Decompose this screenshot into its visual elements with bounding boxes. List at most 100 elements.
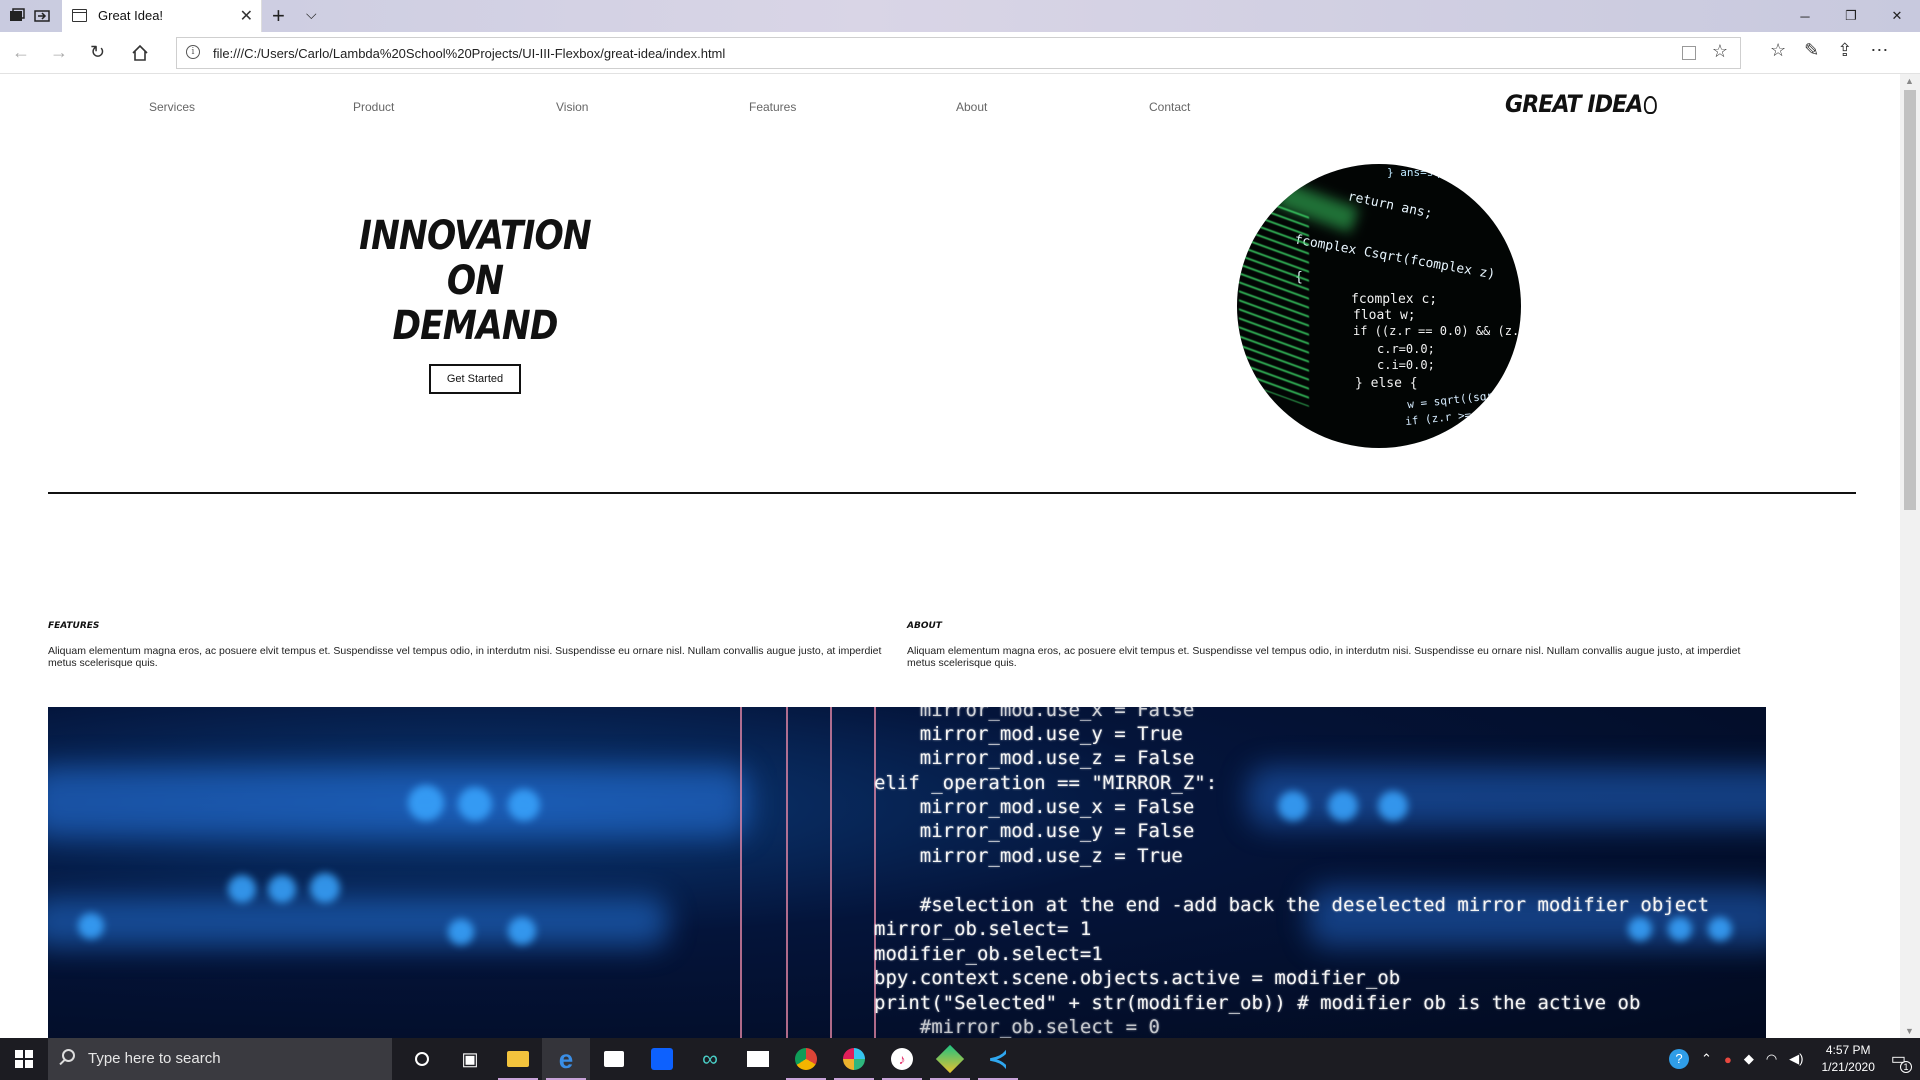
about-heading: ABOUT <box>907 621 942 631</box>
about-section: ABOUT Aliquam elementum magna eros, ac p… <box>907 621 1757 669</box>
favorites-icon[interactable]: ☆ <box>1770 40 1786 61</box>
clock[interactable]: 4:57 PM 1/21/2020 <box>1821 1042 1874 1076</box>
window-controls: ─ ❐ ✕ <box>1782 0 1920 32</box>
code-line: mirror_mod.use_z = True <box>874 845 1183 867</box>
dropbox-tray-icon[interactable]: ◆ <box>1744 1051 1754 1067</box>
tab-preview-icon[interactable]: ⌵ <box>306 6 317 23</box>
features-section: FEATURES Aliquam elementum magna eros, a… <box>48 621 898 669</box>
bokeh-dot <box>1708 917 1732 941</box>
mail-icon[interactable] <box>734 1038 782 1080</box>
web-note-icon[interactable]: ✎ <box>1804 40 1819 61</box>
bokeh-dot <box>458 787 492 821</box>
bokeh-dot <box>310 873 340 903</box>
set-tabs-aside-icon[interactable] <box>32 6 52 26</box>
bokeh-dot <box>1668 917 1692 941</box>
nav-link-contact[interactable]: Contact <box>1149 100 1190 114</box>
help-icon[interactable]: ? <box>1669 1049 1690 1069</box>
notifications-icon[interactable]: ▭ 1 <box>1891 1049 1912 1073</box>
light-streak <box>740 707 742 1038</box>
chrome-icon[interactable] <box>782 1038 830 1080</box>
home-icon[interactable] <box>131 44 149 62</box>
more-icon[interactable]: ⋯ <box>1870 40 1888 61</box>
file-explorer-icon[interactable] <box>494 1038 542 1080</box>
code-line: #selection at the end -add back the dese… <box>874 894 1710 916</box>
store-icon[interactable] <box>590 1038 638 1080</box>
task-view-icon[interactable]: ▣ <box>446 1038 494 1080</box>
itunes-icon[interactable]: ♪ <box>878 1038 926 1080</box>
code-line: w = sqrt((sqrt(z.r <box>1406 385 1521 412</box>
cortana-icon[interactable] <box>398 1038 446 1080</box>
features-text: Aliquam elementum magna eros, ac posuere… <box>48 645 882 669</box>
share-icon[interactable]: ⇪ <box>1837 40 1852 61</box>
bokeh-dot <box>1278 791 1308 821</box>
url-text: file:///C:/Users/Carlo/Lambda%20School%2… <box>213 46 726 61</box>
tab-actions-icon[interactable] <box>7 6 27 26</box>
back-icon[interactable]: ← <box>12 42 30 63</box>
hero-line: ON <box>446 258 504 304</box>
start-button[interactable] <box>0 1038 48 1080</box>
site-info-icon[interactable]: i <box>186 45 200 59</box>
logo-text: GREAT IDEA <box>1505 90 1643 118</box>
hero-line: DEMAND <box>392 303 558 349</box>
volume-icon[interactable]: ◀) <box>1789 1051 1803 1067</box>
search-placeholder: Type here to search <box>88 1050 221 1067</box>
nav-link-vision[interactable]: Vision <box>556 100 588 114</box>
web-page: Services Product Vision Features About C… <box>0 74 1900 1038</box>
code-line: fcomplex Csqrt(fcomplex z) <box>1293 232 1497 283</box>
restore-icon[interactable]: ❐ <box>1828 0 1874 32</box>
edge-browser-icon[interactable]: e <box>542 1038 590 1080</box>
bokeh-dot <box>228 875 256 903</box>
reading-view-icon[interactable] <box>1682 46 1696 60</box>
slack-icon[interactable] <box>830 1038 878 1080</box>
dropbox-icon[interactable] <box>638 1038 686 1080</box>
nav-link-services[interactable]: Services <box>149 100 195 114</box>
nav-link-features[interactable]: Features <box>749 100 796 114</box>
bokeh-dot <box>268 875 296 903</box>
vscode-icon[interactable]: ≺ <box>974 1038 1022 1080</box>
code-line: } else { <box>1355 376 1418 391</box>
close-window-icon[interactable]: ✕ <box>1874 0 1920 32</box>
get-started-button[interactable]: Get Started <box>429 364 521 394</box>
refresh-icon[interactable]: ↻ <box>90 42 105 63</box>
scroll-down-icon[interactable]: ▼ <box>1905 1026 1914 1036</box>
minimize-icon[interactable]: ─ <box>1782 0 1828 32</box>
gitkraken-icon[interactable] <box>926 1038 974 1080</box>
green-code-glow <box>1239 191 1309 407</box>
close-tab-icon[interactable]: ✕ <box>240 6 253 26</box>
code-line: elif _operation == "MIRROR_Z": <box>874 772 1218 794</box>
nav-link-about[interactable]: About <box>956 100 987 114</box>
clock-date: 1/21/2020 <box>1821 1060 1875 1074</box>
hero-title: INNOVATION ON DEMAND <box>359 214 592 349</box>
blur-glow <box>48 897 668 947</box>
screen: Great Idea! ✕ + ⌵ ─ ❐ ✕ ← → ↻ i file:///… <box>0 0 1920 1080</box>
browser-tab-bar: Great Idea! ✕ + ⌵ ─ ❐ ✕ <box>0 0 1920 32</box>
wifi-icon[interactable]: ◠ <box>1766 1051 1777 1067</box>
antivirus-icon[interactable]: ● <box>1724 1052 1732 1067</box>
taskbar-search[interactable]: Type here to search <box>48 1038 392 1080</box>
browser-tab[interactable]: Great Idea! ✕ <box>62 0 262 32</box>
code-circle-image: } ans=sqrt(1.0 return ans; fcomplex Csqr… <box>1237 164 1521 448</box>
blur-glow <box>1248 767 1766 827</box>
favorite-star-icon[interactable]: ☆ <box>1712 41 1728 62</box>
blur-glow <box>48 767 748 837</box>
windows-taskbar: Type here to search ▣ e ∞ ♪ ≺ ? ⌃ ● ◆ ◠ … <box>0 1038 1920 1080</box>
new-tab-icon[interactable]: + <box>272 3 285 29</box>
page-scrollbar[interactable]: ▲ ▼ <box>1900 74 1920 1038</box>
address-bar[interactable]: i file:///C:/Users/Carlo/Lambda%20School… <box>176 37 1741 69</box>
browser-tools: ☆ ✎ ⇪ ⋯ <box>1770 40 1888 61</box>
forward-icon[interactable]: → <box>50 42 68 63</box>
nav-link-product[interactable]: Product <box>353 100 394 114</box>
clock-time: 4:57 PM <box>1825 1043 1871 1057</box>
about-text: Aliquam elementum magna eros, ac posuere… <box>907 645 1741 669</box>
code-line: mirror_mod.use_y = False <box>874 820 1195 842</box>
bokeh-dot <box>78 913 104 939</box>
code-line: mirror_mod.use_x = False <box>874 796 1195 818</box>
system-tray: ? ⌃ ● ◆ ◠ ◀) 4:57 PM 1/21/2020 ▭ 1 <box>1669 1038 1920 1080</box>
code-line: mirror_mod.use_y = True <box>874 723 1183 745</box>
show-hidden-icons-icon[interactable]: ⌃ <box>1701 1051 1712 1067</box>
infinity-app-icon[interactable]: ∞ <box>686 1038 734 1080</box>
lightbulb-icon <box>1644 96 1658 114</box>
scroll-thumb[interactable] <box>1904 90 1916 510</box>
scroll-up-icon[interactable]: ▲ <box>1905 76 1914 86</box>
site-logo[interactable]: GREAT IDEA <box>1505 90 1658 118</box>
